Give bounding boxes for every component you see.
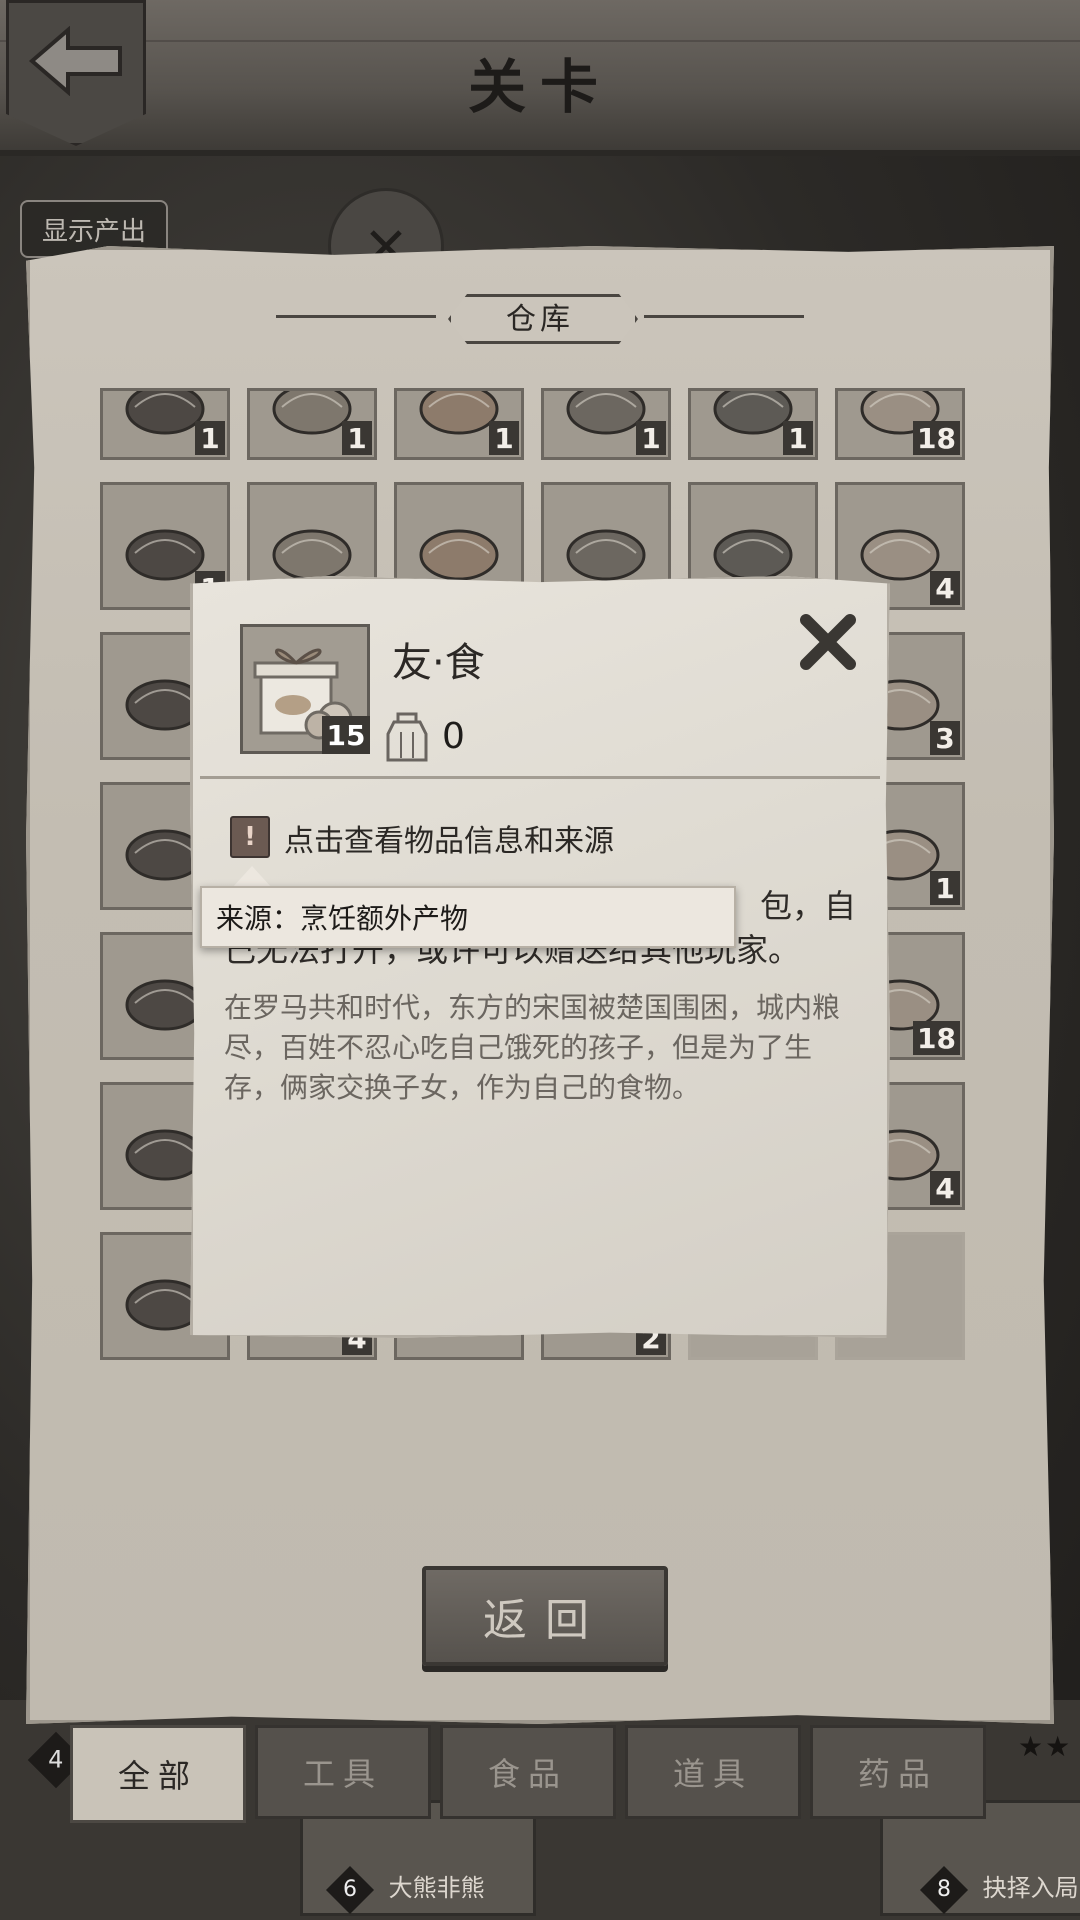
item-count: 1	[489, 421, 519, 455]
level-number-badge: 6	[325, 1865, 375, 1915]
title-ornament-right	[644, 315, 804, 318]
popup-divider	[200, 776, 880, 779]
tab-food[interactable]: 食品	[440, 1725, 616, 1819]
inventory-slot[interactable]: 1	[100, 388, 230, 460]
tooltip-arrow	[232, 866, 272, 888]
item-count: 1	[342, 421, 372, 455]
owned-count: 0	[442, 716, 465, 757]
item-stack-count: 15	[322, 716, 370, 754]
level-number-badge: 8	[919, 1865, 969, 1915]
tab-props[interactable]: 道具	[625, 1725, 801, 1819]
item-count: 1	[195, 421, 225, 455]
item-flavor-text: 在罗马共和时代，东方的宋国被楚国围困，城内粮尽，百姓不忍心吃自己饿死的孩子，但是…	[224, 991, 841, 1104]
panel-title: 仓库	[506, 302, 574, 337]
level-name: 大熊非熊	[388, 1874, 485, 1902]
inventory-slot[interactable]: 18	[835, 388, 965, 460]
tab-tools[interactable]: 工具	[255, 1725, 431, 1819]
item-count: 18	[913, 421, 960, 455]
item-count: 4	[930, 1171, 960, 1205]
star-rating: ★★	[1018, 1730, 1073, 1763]
tab-medicine[interactable]: 药品	[810, 1725, 986, 1819]
item-count: 4	[930, 571, 960, 605]
return-button[interactable]: 返回	[422, 1566, 668, 1666]
item-count: 1	[636, 421, 666, 455]
item-count: 18	[913, 1021, 960, 1055]
inventory-slot[interactable]: 1	[688, 388, 818, 460]
info-hint-text[interactable]: 点击查看物品信息和来源	[284, 816, 614, 860]
inventory-slot[interactable]: 1	[247, 388, 377, 460]
tab-all[interactable]: 全部	[70, 1725, 246, 1823]
title-ornament-left	[276, 315, 436, 318]
level-name: 抉择入局	[982, 1874, 1079, 1902]
item-count: 1	[930, 871, 960, 905]
exclamation-icon[interactable]: !	[230, 816, 270, 858]
inventory-slot[interactable]: 1	[541, 388, 671, 460]
source-tooltip: 来源：烹饪额外产物	[200, 886, 736, 948]
jar-icon	[386, 712, 428, 762]
item-name: 友·食	[392, 640, 485, 686]
close-icon[interactable]	[796, 610, 860, 674]
item-count: 1	[783, 421, 813, 455]
category-tabs: 全部 工具 食品 道具 药品	[70, 1725, 1010, 1823]
inventory-slot[interactable]: 1	[394, 388, 524, 460]
item-count: 3	[930, 721, 960, 755]
page-title: 关卡	[467, 53, 612, 121]
